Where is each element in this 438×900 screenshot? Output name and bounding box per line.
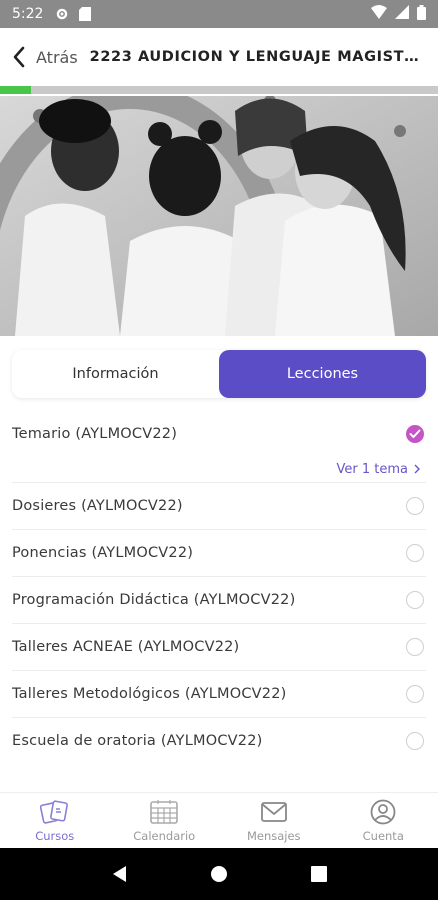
system-home-icon[interactable]	[209, 864, 229, 884]
tab-informacion[interactable]: Información	[12, 350, 219, 398]
calendar-icon	[150, 799, 179, 824]
chevron-right-icon	[414, 464, 420, 474]
account-icon	[370, 799, 396, 824]
nav-label: Mensajes	[246, 828, 301, 843]
back-button[interactable]: Atrás	[36, 48, 78, 67]
back-arrow-icon[interactable]	[12, 45, 32, 69]
lesson-name: Talleres Metodológicos (AYLMOCV22)	[12, 686, 287, 702]
wifi-icon	[371, 5, 387, 23]
course-progress-fill	[0, 86, 31, 94]
incomplete-circle-icon	[406, 732, 424, 750]
lesson-name: Programación Didáctica (AYLMOCV22)	[12, 592, 296, 608]
see-topics-link[interactable]: Ver 1 tema	[12, 456, 426, 482]
course-progress-bar	[0, 86, 438, 94]
nav-calendario[interactable]: Calendario	[110, 793, 220, 848]
children-photo	[0, 96, 438, 336]
system-recents-icon[interactable]	[310, 865, 328, 883]
see-topics-label: Ver 1 tema	[336, 461, 409, 477]
nav-cuenta[interactable]: Cuenta	[329, 793, 438, 848]
battery-icon	[417, 4, 426, 24]
nav-mensajes[interactable]: Mensajes	[219, 793, 329, 848]
course-title: 2223 AUDICION Y LENGUAJE MAGISTERIO	[89, 49, 420, 65]
lesson-item-programacion[interactable]: Programación Didáctica (AYLMOCV22)	[12, 577, 426, 624]
incomplete-circle-icon	[406, 591, 424, 609]
nav-label: Cuenta	[362, 828, 404, 843]
settings-icon	[55, 7, 69, 21]
lesson-name: Temario (AYLMOCV22)	[12, 426, 178, 442]
lesson-item-oratoria[interactable]: Escuela de oratoria (AYLMOCV22)	[12, 718, 426, 764]
system-back-icon[interactable]	[110, 864, 128, 884]
lesson-item-talleres-acneae[interactable]: Talleres ACNEAE (AYLMOCV22)	[12, 624, 426, 671]
signal-icon	[395, 5, 409, 23]
sd-card-icon	[79, 7, 92, 21]
incomplete-circle-icon	[406, 544, 424, 562]
incomplete-circle-icon	[406, 685, 424, 703]
content-tabs: Información Lecciones	[12, 350, 426, 398]
status-time: 5:22	[12, 6, 44, 22]
nav-cursos[interactable]: Cursos	[0, 793, 110, 848]
lesson-name: Dosieres (AYLMOCV22)	[12, 498, 183, 514]
lesson-item-temario[interactable]: Temario (AYLMOCV22) Ver 1 tema	[12, 412, 426, 483]
app-header: Atrás 2223 AUDICION Y LENGUAJE MAGISTERI…	[0, 28, 438, 86]
cards-icon	[39, 799, 68, 824]
mail-icon	[260, 801, 287, 822]
completed-check-icon	[406, 425, 424, 443]
lesson-name: Talleres ACNEAE (AYLMOCV22)	[12, 639, 240, 655]
lessons-list: Temario (AYLMOCV22) Ver 1 tema Dosieres …	[12, 412, 426, 764]
lesson-item-ponencias[interactable]: Ponencias (AYLMOCV22)	[12, 530, 426, 577]
lesson-name: Escuela de oratoria (AYLMOCV22)	[12, 733, 263, 749]
course-hero-image	[0, 96, 438, 336]
lesson-item-dosieres[interactable]: Dosieres (AYLMOCV22)	[12, 483, 426, 530]
nav-label: Cursos	[35, 828, 75, 843]
incomplete-circle-icon	[406, 638, 424, 656]
status-bar: 5:22	[0, 0, 438, 28]
lesson-item-talleres-metodologicos[interactable]: Talleres Metodológicos (AYLMOCV22)	[12, 671, 426, 718]
lesson-name: Ponencias (AYLMOCV22)	[12, 545, 194, 561]
bottom-navigation: Cursos Calendario Mensajes Cuenta	[0, 792, 438, 848]
nav-label: Calendario	[133, 828, 196, 843]
system-navigation-bar	[0, 848, 438, 900]
incomplete-circle-icon	[406, 497, 424, 515]
tab-lecciones[interactable]: Lecciones	[219, 350, 426, 398]
